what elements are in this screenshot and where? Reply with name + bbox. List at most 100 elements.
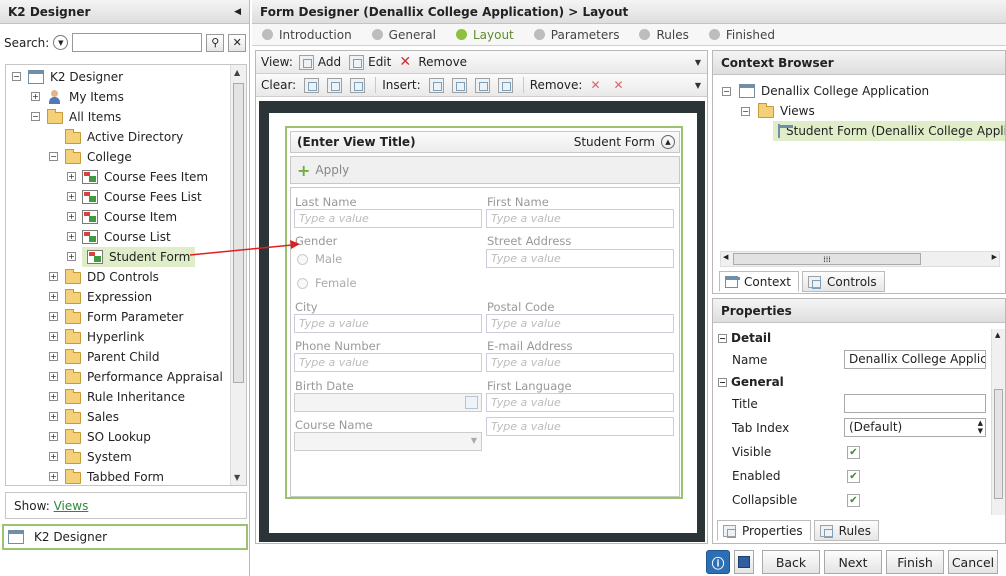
search-input[interactable] <box>72 33 203 52</box>
k2-designer-nav[interactable]: K2 Designer <box>2 524 248 550</box>
expand-icon[interactable]: + <box>49 272 58 281</box>
tree-item[interactable]: + My Items <box>6 87 226 107</box>
phone-input[interactable]: Type a value <box>294 353 482 372</box>
tree-item[interactable]: + Course Fees List <box>6 187 226 207</box>
collapse-left-icon[interactable]: ◀ <box>234 7 241 17</box>
expand-icon[interactable]: + <box>67 212 76 221</box>
search-icon[interactable]: ⚲ <box>206 33 225 52</box>
expand-icon[interactable]: + <box>67 252 76 261</box>
street-input[interactable]: Type a value <box>486 249 674 268</box>
wizard-step-layout[interactable]: Layout <box>455 28 514 42</box>
search-options-icon[interactable]: ▼ <box>53 35 69 50</box>
tree-item[interactable]: + DD Controls <box>6 267 226 287</box>
visible-checkbox[interactable]: ✔ <box>847 446 860 459</box>
toolbar-dropdown-icon[interactable]: ▼ <box>695 58 701 67</box>
expand-icon[interactable]: + <box>49 352 58 361</box>
tree-item[interactable]: + Form Parameter <box>6 307 226 327</box>
wizard-step-introduction[interactable]: Introduction <box>262 28 352 42</box>
city-input[interactable]: Type a value <box>294 314 482 333</box>
birth-date-picker[interactable] <box>294 393 482 412</box>
expand-icon[interactable]: + <box>49 432 58 441</box>
finish-button[interactable]: Finish <box>886 550 944 574</box>
properties-scroll-thumb[interactable] <box>994 389 1003 499</box>
expand-icon[interactable]: + <box>67 172 76 181</box>
tab-index-stepper[interactable]: (Default) ▲ ▼ <box>844 418 986 437</box>
collapse-view-icon[interactable]: ▲ <box>661 135 675 149</box>
tab-context[interactable]: Context <box>719 271 800 292</box>
remove-view-button[interactable]: ✕ Remove <box>399 54 467 70</box>
ctx-student-form-node[interactable]: Student Form (Denallix College Appli <box>773 121 1005 141</box>
clear-column-icon[interactable] <box>350 77 366 93</box>
next-button[interactable]: Next <box>824 550 882 574</box>
expand-icon[interactable]: + <box>49 372 58 381</box>
tree-item[interactable]: + Rule Inheritance <box>6 387 226 407</box>
clear-cell-icon[interactable] <box>304 77 320 93</box>
insert-row-below-icon[interactable] <box>497 77 513 93</box>
wizard-step-rules[interactable]: Rules <box>639 28 689 42</box>
title-field[interactable] <box>844 394 986 413</box>
remove-column-icon[interactable]: ✕ <box>590 78 605 93</box>
male-radio[interactable]: Male <box>297 252 342 266</box>
expand-icon[interactable]: + <box>49 472 58 481</box>
tree-item[interactable]: − K2 Designer <box>6 67 226 87</box>
name-field[interactable]: Denallix College Applicat <box>844 350 986 369</box>
collapse-icon[interactable]: − <box>31 112 40 121</box>
tree-item[interactable]: + Hyperlink <box>6 327 226 347</box>
collapse-icon[interactable]: − <box>49 152 58 161</box>
expand-icon[interactable]: + <box>31 92 40 101</box>
tree-item[interactable]: + Tabbed Form <box>6 467 226 485</box>
scroll-up-icon[interactable]: ▲ <box>234 68 240 77</box>
tree-item[interactable]: + Course Fees Item <box>6 167 226 187</box>
scroll-down-icon[interactable]: ▼ <box>234 473 240 482</box>
edit-view-button[interactable]: Edit <box>349 54 391 70</box>
extra-input[interactable]: Type a value <box>486 417 674 436</box>
expand-icon[interactable]: + <box>49 392 58 401</box>
tree-item[interactable]: + Performance Appraisal <box>6 367 226 387</box>
tree-scrollbar[interactable]: ▲ ▼ <box>230 65 246 485</box>
save-button[interactable] <box>734 550 754 574</box>
apply-button[interactable]: Apply <box>315 163 349 177</box>
course-name-dropdown[interactable]: ▼ <box>294 432 482 451</box>
tree-scroll-thumb[interactable] <box>233 83 244 383</box>
collapse-icon[interactable]: − <box>741 106 750 116</box>
scroll-left-icon[interactable]: ◀ <box>723 253 728 261</box>
scroll-right-icon[interactable]: ▶ <box>992 253 997 261</box>
expand-icon[interactable]: + <box>67 192 76 201</box>
collapse-icon[interactable]: − <box>722 86 731 96</box>
tree-item[interactable]: + Expression <box>6 287 226 307</box>
email-input[interactable]: Type a value <box>486 353 674 372</box>
collapse-icon[interactable]: − <box>12 72 21 81</box>
tree-item[interactable]: + Course List <box>6 227 226 247</box>
tree-item[interactable]: + Course Item <box>6 207 226 227</box>
expand-icon[interactable]: + <box>67 232 76 241</box>
insert-row-above-icon[interactable] <box>474 77 490 93</box>
expand-icon[interactable]: + <box>49 332 58 341</box>
remove-row-icon[interactable]: ✕ <box>613 78 628 93</box>
female-radio[interactable]: Female <box>297 276 357 290</box>
tree-item[interactable]: + Student Form <box>6 247 226 267</box>
expand-icon[interactable]: + <box>49 412 58 421</box>
show-views-link[interactable]: Views <box>54 499 89 513</box>
tree-item[interactable]: − All Items <box>6 107 226 127</box>
general-section[interactable]: − General <box>718 375 784 389</box>
tab-controls[interactable]: Controls <box>802 271 885 292</box>
collapse-icon[interactable]: − <box>718 377 727 387</box>
last-name-input[interactable]: Type a value <box>294 209 482 228</box>
ctx-views-node[interactable]: − Views <box>741 103 815 118</box>
wizard-step-finished[interactable]: Finished <box>708 28 775 42</box>
stepper-arrows-icon[interactable]: ▲ ▼ <box>978 419 983 435</box>
expand-icon[interactable]: + <box>49 292 58 301</box>
wizard-step-general[interactable]: General <box>371 28 436 42</box>
postal-input[interactable]: Type a value <box>486 314 674 333</box>
layout-toolbar-dropdown-icon[interactable]: ▼ <box>695 81 701 90</box>
tree-item[interactable]: + Sales <box>6 407 226 427</box>
clear-row-icon[interactable] <box>327 77 343 93</box>
insert-column-left-icon[interactable] <box>428 77 444 93</box>
tree-item[interactable]: + SO Lookup <box>6 427 226 447</box>
tree-item[interactable]: Active Directory <box>6 127 226 147</box>
clear-search-icon[interactable]: ✕ <box>228 33 247 52</box>
tree-item[interactable]: + Parent Child <box>6 347 226 367</box>
info-button[interactable]: ⓘ <box>706 550 730 574</box>
wizard-step-parameters[interactable]: Parameters <box>533 28 619 42</box>
ctx-app-node[interactable]: − Denallix College Application <box>722 84 929 98</box>
